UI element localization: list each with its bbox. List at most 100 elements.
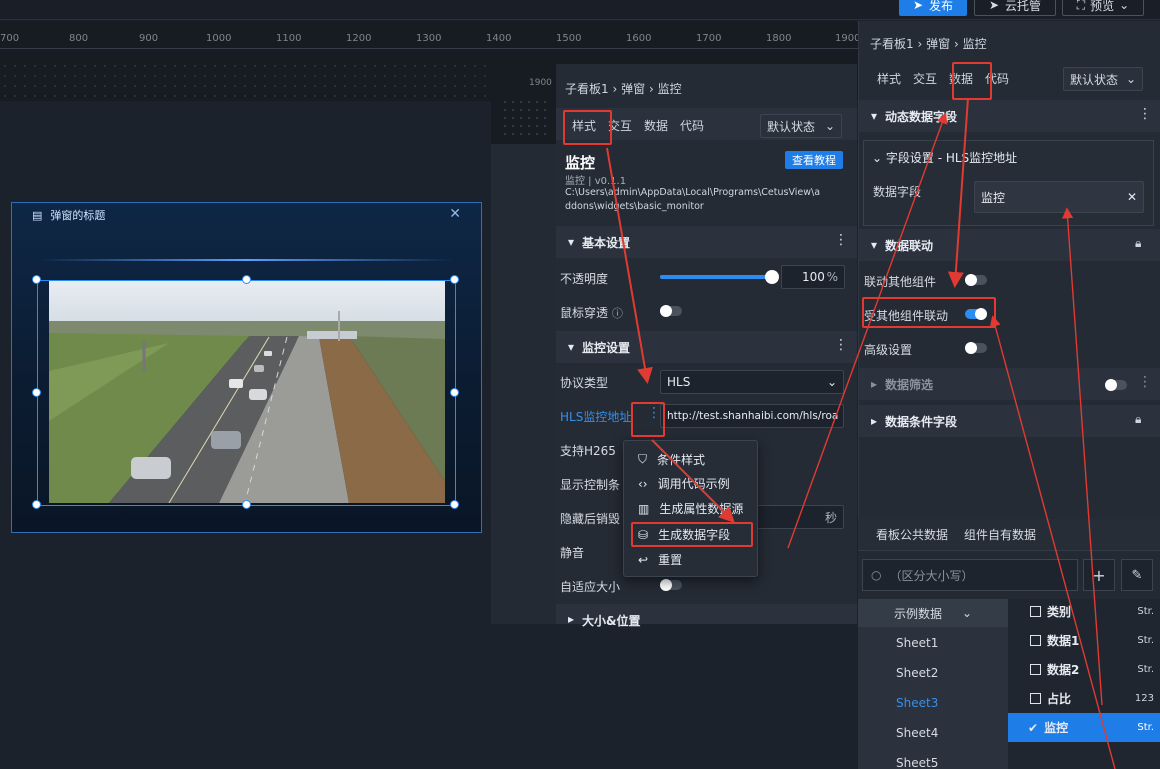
- menu-item-reset[interactable]: ↩ 重置: [624, 547, 757, 572]
- edit-button[interactable]: ✎: [1121, 559, 1153, 591]
- more-icon[interactable]: ⋮: [1138, 374, 1152, 390]
- opacity-slider-knob[interactable]: [765, 270, 779, 284]
- opacity-input[interactable]: 100 %: [781, 265, 845, 289]
- resize-handle[interactable]: [32, 275, 41, 284]
- highway-video-frame: [49, 281, 445, 503]
- dynamic-field-section[interactable]: ▾ 动态数据字段: [859, 100, 1160, 132]
- field-setting-card: ⌄ 字段设置 - HLS监控地址 数据字段 监控 ✕: [863, 140, 1154, 226]
- sheet-item[interactable]: Sheet1: [896, 636, 938, 650]
- cloud-host-button[interactable]: ➤ 云托管: [974, 0, 1056, 16]
- more-icon[interactable]: ⋮: [834, 337, 848, 353]
- field-item[interactable]: 类别 Str.: [1008, 597, 1160, 626]
- publish-button[interactable]: ➤ 发布: [899, 0, 967, 16]
- checkbox[interactable]: [1030, 606, 1041, 617]
- resize-handle[interactable]: [242, 275, 251, 284]
- highlight-style-tab: [563, 110, 612, 145]
- more-icon[interactable]: ⋮: [1138, 106, 1152, 122]
- popup-header: ▤ 弹窗的标题: [12, 203, 481, 227]
- resize-handle[interactable]: [242, 500, 251, 509]
- popup-widget[interactable]: ▤ 弹窗的标题 ✕: [11, 202, 482, 533]
- tab-code[interactable]: 代码: [676, 113, 708, 139]
- data-filter-toggle[interactable]: [1105, 379, 1127, 391]
- more-icon[interactable]: ⋮: [834, 232, 848, 248]
- dataset-select[interactable]: 示例数据 ⌄: [858, 599, 1008, 627]
- protocol-select[interactable]: HLS ⌄: [660, 370, 844, 394]
- destroy-label: 隐藏后销毁: [560, 512, 621, 526]
- tutorial-button[interactable]: 查看教程: [785, 151, 843, 169]
- send-icon: ➤: [912, 0, 924, 12]
- advanced-label: 高级设置: [864, 343, 913, 357]
- fullscreen-icon: ⛶: [1076, 0, 1086, 12]
- tab-public-data[interactable]: 看板公共数据: [876, 519, 948, 551]
- tab-interaction[interactable]: 交互: [909, 66, 941, 92]
- data-condition-section[interactable]: ▸ 数据条件字段: [859, 405, 1160, 437]
- close-icon[interactable]: ✕: [449, 206, 461, 222]
- breadcrumb-item[interactable]: 监控: [658, 82, 682, 96]
- menu-item-code-example[interactable]: ‹› 调用代码示例: [624, 471, 757, 496]
- sheet-item[interactable]: Sheet5: [896, 756, 938, 769]
- ruler-tick: 1700: [696, 33, 722, 44]
- add-button[interactable]: +: [1083, 559, 1115, 591]
- checkbox[interactable]: [1030, 664, 1041, 675]
- field-item[interactable]: 数据1 Str.: [1008, 626, 1160, 655]
- breadcrumb-item[interactable]: 弹窗: [621, 82, 645, 96]
- chevron-right-icon: ›: [953, 37, 963, 51]
- ruler-tick: 800: [69, 33, 89, 44]
- resize-handle[interactable]: [450, 500, 459, 509]
- controls-label: 显示控制条: [560, 478, 621, 492]
- breadcrumb-item[interactable]: 弹窗: [926, 37, 950, 51]
- advanced-toggle[interactable]: [965, 342, 987, 354]
- field-item[interactable]: 占比 123: [1008, 684, 1160, 713]
- checkbox[interactable]: [1030, 635, 1041, 646]
- monitor-video[interactable]: [49, 281, 445, 503]
- sheet-item[interactable]: Sheet4: [896, 726, 938, 740]
- menu-item-condition-style[interactable]: ⛉ 条件样式: [624, 447, 757, 472]
- field-search[interactable]: ○ （区分大小写）: [862, 559, 1078, 591]
- data-field-input[interactable]: 监控 ✕: [974, 181, 1144, 213]
- ruler-tick: 700: [0, 33, 20, 44]
- resize-handle[interactable]: [450, 275, 459, 284]
- autosize-label: 自适应大小: [560, 580, 621, 594]
- field-item-selected[interactable]: ✔ 监控 Str.: [1008, 713, 1160, 742]
- breadcrumb-item[interactable]: 子看板1: [565, 82, 609, 96]
- resize-handle[interactable]: [450, 388, 459, 397]
- highlight-data-tab: [952, 62, 992, 100]
- caret-down-icon: ▾: [871, 109, 878, 123]
- state-select[interactable]: 默认状态 ⌄: [760, 114, 842, 138]
- link-other-toggle[interactable]: [965, 274, 987, 286]
- monitor-settings-section[interactable]: ▾ 监控设置: [556, 331, 857, 363]
- resize-handle[interactable]: [32, 500, 41, 509]
- breadcrumb-item[interactable]: 子看板1: [870, 37, 914, 51]
- size-position-section[interactable]: ▸ 大小&位置: [556, 604, 857, 628]
- highlight-field-menu: [631, 402, 665, 437]
- checkbox[interactable]: [1030, 693, 1041, 704]
- caret-right-icon: ▸: [568, 612, 575, 626]
- tab-data[interactable]: 数据: [636, 113, 676, 139]
- basic-settings-section[interactable]: ▾ 基本设置: [556, 226, 857, 258]
- tab-style[interactable]: 样式: [869, 66, 909, 92]
- hls-url-input[interactable]: http://test.shanhaibi.com/hls/roa: [660, 404, 844, 428]
- breadcrumb-item[interactable]: 监控: [963, 37, 987, 51]
- clear-icon[interactable]: ✕: [1127, 190, 1137, 204]
- highlight-generate-field: [631, 522, 753, 547]
- mouse-through-toggle[interactable]: [660, 305, 682, 317]
- destroy-delay-input[interactable]: 秒: [756, 505, 844, 529]
- sheet-item[interactable]: Sheet2: [896, 666, 938, 680]
- sheet-item-active[interactable]: Sheet3: [896, 696, 938, 710]
- field-item[interactable]: 数据2 Str.: [1008, 655, 1160, 684]
- resize-handle[interactable]: [32, 388, 41, 397]
- autosize-toggle[interactable]: [660, 579, 682, 591]
- plus-icon: +: [1092, 565, 1106, 585]
- ruler-tick: 1200: [346, 33, 372, 44]
- preview-button[interactable]: ⛶ 预览 ⌄: [1062, 0, 1144, 16]
- field-setting-title[interactable]: ⌄ 字段设置 - HLS监控地址: [872, 149, 1017, 166]
- data-link-section[interactable]: ▾ 数据联动: [859, 229, 1160, 261]
- widget-path: C:\Users\admin\AppData\Local\Programs\Ce…: [565, 187, 821, 198]
- menu-item-generate-datasource[interactable]: ▥ 生成属性数据源: [624, 496, 757, 521]
- data-field-label: 数据字段: [873, 185, 922, 199]
- ruler-tick: 1300: [416, 33, 442, 44]
- search-icon: ○: [871, 568, 882, 582]
- chevron-down-icon: ⌄: [1119, 0, 1130, 12]
- tab-own-data[interactable]: 组件自有数据: [964, 519, 1036, 551]
- state-select[interactable]: 默认状态 ⌄: [1063, 67, 1143, 91]
